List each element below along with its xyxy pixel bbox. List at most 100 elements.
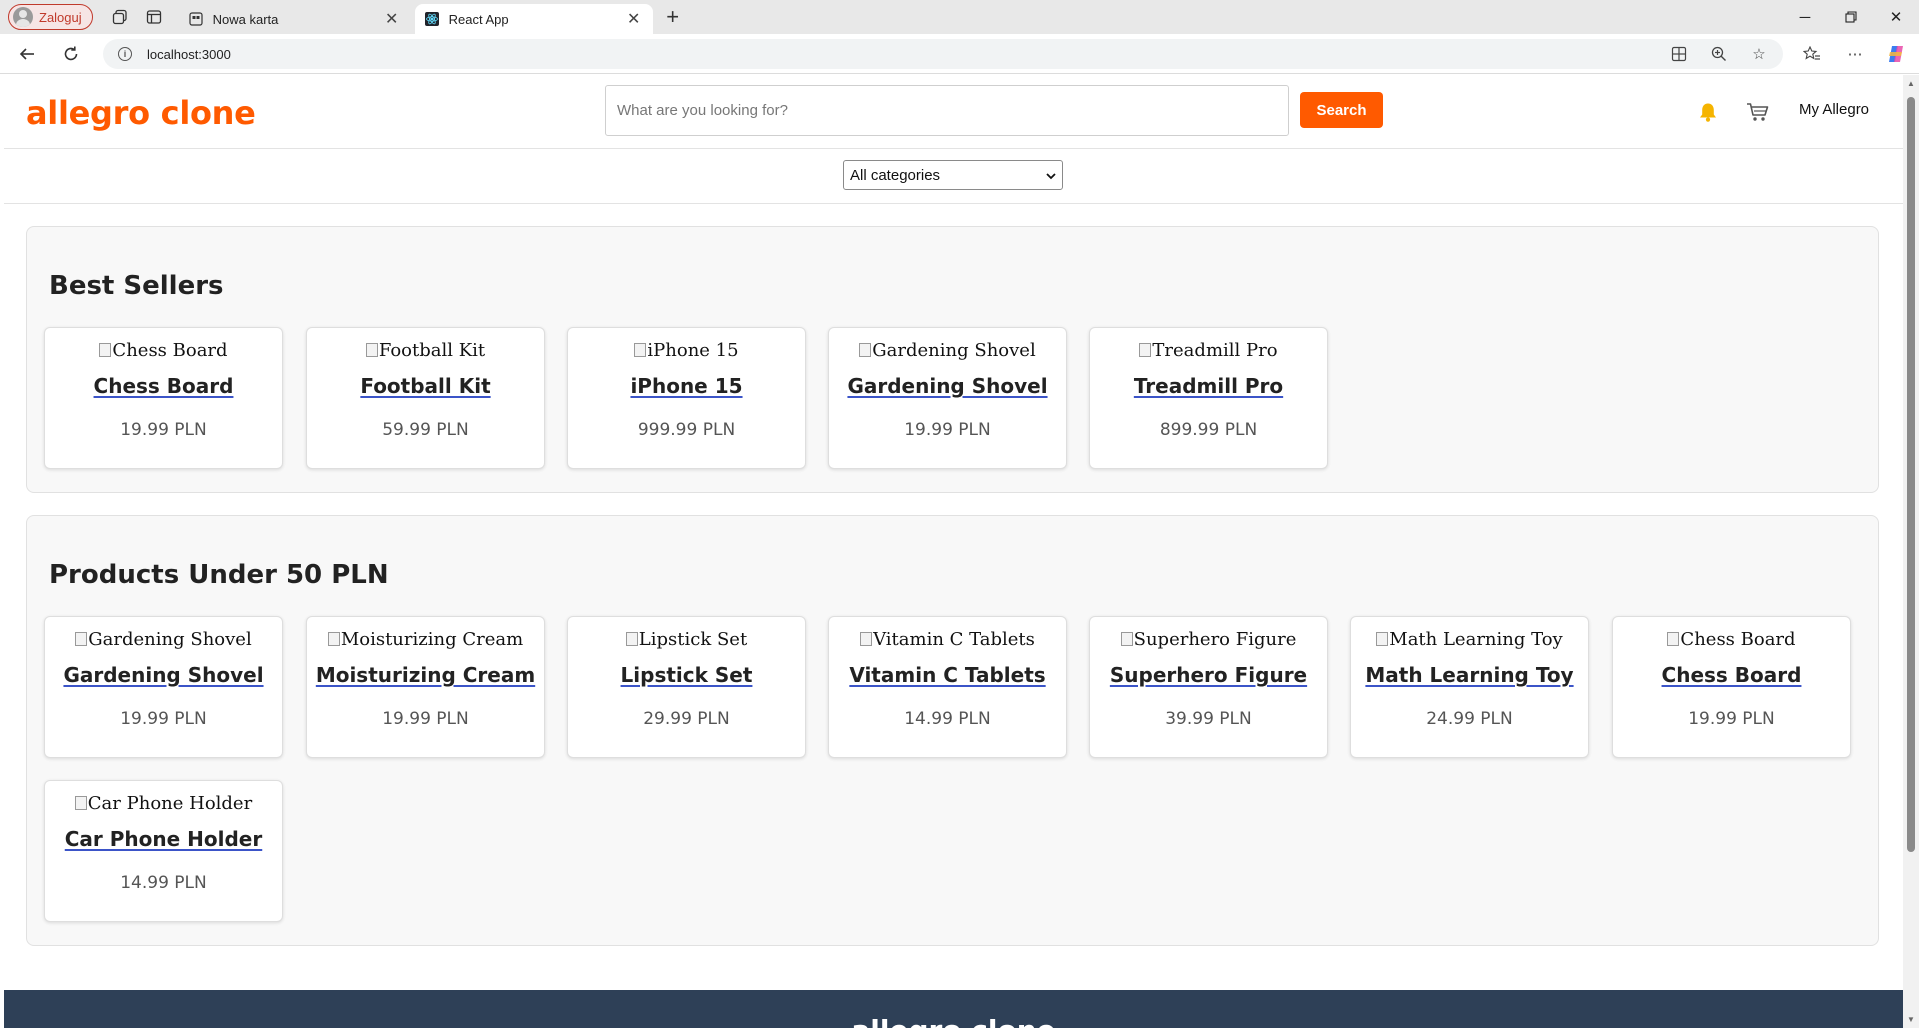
product-image[interactable]: Gardening Shovel xyxy=(829,340,1066,361)
tab-actions-icon[interactable] xyxy=(139,2,169,32)
product-card[interactable]: Chess Board Chess Board 19.99 PLN xyxy=(44,327,283,469)
product-card[interactable]: Car Phone Holder Car Phone Holder 14.99 … xyxy=(44,780,283,922)
product-price: 29.99 PLN xyxy=(643,709,730,729)
product-name-link[interactable]: Car Phone Holder xyxy=(45,827,282,851)
search-button[interactable]: Search xyxy=(1300,92,1383,128)
product-card[interactable]: Lipstick Set Lipstick Set 29.99 PLN xyxy=(567,616,806,758)
broken-image-icon xyxy=(859,343,872,357)
site-info-icon[interactable]: i xyxy=(118,47,132,61)
site-logo[interactable]: allegro clone xyxy=(26,94,256,132)
url-field[interactable]: i localhost:3000 xyxy=(103,39,1783,69)
page: allegro clone Search My Allegro All cate… xyxy=(4,75,1903,1028)
cart-icon[interactable] xyxy=(1745,99,1771,125)
broken-image-icon xyxy=(634,343,647,357)
product-image[interactable]: Gardening Shovel xyxy=(45,629,282,650)
react-icon xyxy=(424,12,439,26)
product-price: 19.99 PLN xyxy=(120,709,207,729)
product-image[interactable]: Chess Board xyxy=(1613,629,1850,650)
copilot-icon[interactable] xyxy=(1884,42,1908,66)
product-image-alt: Car Phone Holder xyxy=(87,793,253,814)
product-card[interactable]: Superhero Figure Superhero Figure 39.99 … xyxy=(1089,616,1328,758)
page-scrollbar[interactable]: ▲ ▼ xyxy=(1903,75,1919,1028)
favorite-star-icon[interactable]: ☆ xyxy=(1747,42,1771,66)
product-name-link[interactable]: Moisturizing Cream xyxy=(307,663,544,687)
product-card[interactable]: Math Learning Toy Math Learning Toy 24.9… xyxy=(1350,616,1589,758)
product-name-link[interactable]: Superhero Figure xyxy=(1090,663,1327,687)
product-image[interactable]: iPhone 15 xyxy=(568,340,805,361)
product-name-link[interactable]: Football Kit xyxy=(307,374,544,398)
zoom-icon[interactable] xyxy=(1707,42,1731,66)
product-card[interactable]: Gardening Shovel Gardening Shovel 19.99 … xyxy=(828,327,1067,469)
profile-button[interactable]: Zaloguj xyxy=(8,4,93,30)
product-price: 19.99 PLN xyxy=(1688,709,1775,729)
product-image[interactable]: Vitamin C Tablets xyxy=(829,629,1066,650)
profile-avatar-icon xyxy=(13,7,33,27)
footer-title: allegro clone xyxy=(4,1014,1903,1028)
product-name-link[interactable]: Gardening Shovel xyxy=(829,374,1066,398)
browser-tab-bar: Zaloguj Nowa karta ✕ React App ✕ + ─ ✕ xyxy=(0,0,1919,34)
product-image-alt: Math Learning Toy xyxy=(1389,629,1563,650)
product-image-alt: Football Kit xyxy=(378,340,486,361)
product-image[interactable]: Math Learning Toy xyxy=(1351,629,1588,650)
product-name-link[interactable]: Lipstick Set xyxy=(568,663,805,687)
product-image[interactable]: Lipstick Set xyxy=(568,629,805,650)
close-tab-icon[interactable]: ✕ xyxy=(625,9,643,29)
product-name-link[interactable]: Gardening Shovel xyxy=(45,663,282,687)
product-price: 899.99 PLN xyxy=(1159,420,1258,440)
category-bar: All categories xyxy=(4,150,1903,204)
product-card[interactable]: Moisturizing Cream Moisturizing Cream 19… xyxy=(306,616,545,758)
product-card[interactable]: Chess Board Chess Board 19.99 PLN xyxy=(1612,616,1851,758)
new-tab-icon xyxy=(189,12,203,26)
restore-icon[interactable] xyxy=(1828,0,1874,34)
product-price: 59.99 PLN xyxy=(382,420,469,440)
app-available-icon[interactable] xyxy=(1667,42,1691,66)
product-image[interactable]: Superhero Figure xyxy=(1090,629,1327,650)
search-input[interactable] xyxy=(605,85,1289,136)
category-select[interactable]: All categories xyxy=(843,160,1063,190)
product-image-alt: Lipstick Set xyxy=(638,629,748,650)
product-name-link[interactable]: Chess Board xyxy=(45,374,282,398)
product-image[interactable]: Moisturizing Cream xyxy=(307,629,544,650)
more-options-icon[interactable]: ⋯ xyxy=(1843,42,1867,66)
site-footer: allegro clone xyxy=(4,990,1903,1028)
tab-react-app[interactable]: React App ✕ xyxy=(414,4,653,34)
product-image[interactable]: Treadmill Pro xyxy=(1090,340,1327,361)
favorites-icon[interactable] xyxy=(1800,42,1824,66)
product-image[interactable]: Football Kit xyxy=(307,340,544,361)
new-tab-button[interactable]: + xyxy=(659,3,687,31)
product-price: 14.99 PLN xyxy=(904,709,991,729)
product-image[interactable]: Car Phone Holder xyxy=(45,793,282,814)
product-name-link[interactable]: Vitamin C Tablets xyxy=(829,663,1066,687)
tab-title: Nowa karta xyxy=(212,11,279,27)
bell-icon[interactable] xyxy=(1695,99,1721,125)
product-image[interactable]: Chess Board xyxy=(45,340,282,361)
scroll-down-icon[interactable]: ▼ xyxy=(1906,1015,1916,1024)
product-name-link[interactable]: Treadmill Pro xyxy=(1090,374,1327,398)
scroll-up-icon[interactable]: ▲ xyxy=(1906,79,1916,88)
product-image-alt: Chess Board xyxy=(1680,629,1796,650)
broken-image-icon xyxy=(365,343,378,357)
product-name-link[interactable]: Chess Board xyxy=(1613,663,1850,687)
reload-icon[interactable] xyxy=(56,39,86,69)
my-allegro-link[interactable]: My Allegro xyxy=(1799,101,1869,118)
scrollbar-thumb[interactable] xyxy=(1907,97,1915,852)
address-bar: i localhost:3000 ☆ ⋯ xyxy=(0,34,1919,74)
minimize-icon[interactable]: ─ xyxy=(1782,0,1828,34)
product-image-alt: Superhero Figure xyxy=(1133,629,1297,650)
product-card[interactable]: Vitamin C Tablets Vitamin C Tablets 14.9… xyxy=(828,616,1067,758)
page-viewport: allegro clone Search My Allegro All cate… xyxy=(0,75,1919,1028)
back-icon[interactable] xyxy=(12,39,42,69)
best-sellers-section: Best Sellers Chess Board Chess Board 19.… xyxy=(26,226,1879,493)
product-card[interactable]: iPhone 15 iPhone 15 999.99 PLN xyxy=(567,327,806,469)
product-name-link[interactable]: iPhone 15 xyxy=(568,374,805,398)
product-name-link[interactable]: Math Learning Toy xyxy=(1351,663,1588,687)
close-window-icon[interactable]: ✕ xyxy=(1873,0,1919,34)
workspaces-icon[interactable] xyxy=(105,2,135,32)
tab-nowa-karta[interactable]: Nowa karta ✕ xyxy=(179,4,411,34)
product-card[interactable]: Football Kit Football Kit 59.99 PLN xyxy=(306,327,545,469)
product-card[interactable]: Gardening Shovel Gardening Shovel 19.99 … xyxy=(44,616,283,758)
close-tab-icon[interactable]: ✕ xyxy=(383,9,401,29)
site-header: allegro clone Search My Allegro xyxy=(4,75,1903,149)
product-card[interactable]: Treadmill Pro Treadmill Pro 899.99 PLN xyxy=(1089,327,1328,469)
product-image-alt: Gardening Shovel xyxy=(88,629,252,650)
